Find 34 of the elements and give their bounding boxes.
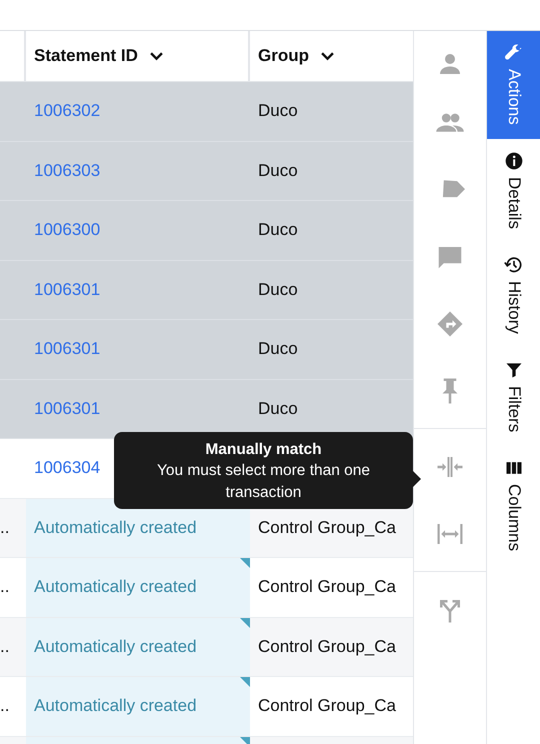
table-cell: Automatically created xyxy=(34,518,197,538)
side-tab[interactable]: Details xyxy=(487,138,540,243)
table-cell: Control Group_Ca xyxy=(258,696,396,716)
table-cell: .. xyxy=(0,518,10,538)
table-cell: Automatically created xyxy=(34,577,197,598)
table-cell: Duco xyxy=(258,398,298,419)
table-row[interactable]: .. Automatically created Control Group_Ca xyxy=(0,618,413,677)
table-row[interactable]: 1006303 Duco xyxy=(0,142,413,201)
statement-link[interactable]: 1006304 xyxy=(34,458,100,478)
table-row[interactable]: .. Automatically created Control Group_Ca xyxy=(0,558,413,618)
table-row[interactable]: 1006301 Duco xyxy=(0,260,413,320)
table-cell: Duco xyxy=(258,160,298,181)
table-row[interactable]: .. Automatically created Control Group_Ca xyxy=(0,677,413,736)
table-cell: .. xyxy=(0,577,10,598)
table-cell: Control Group_Ca xyxy=(258,577,396,598)
table-row[interactable]: 1006301 Duco xyxy=(0,380,413,439)
table-cell: Duco xyxy=(258,280,298,300)
side-tab[interactable]: Actions xyxy=(487,31,540,139)
side-tab[interactable]: Columns xyxy=(487,446,540,565)
side-tab[interactable]: History xyxy=(487,242,540,348)
table-row[interactable]: 1006300 Duco xyxy=(0,201,413,260)
table-cell: Duco xyxy=(258,339,298,360)
table-cell: Duco xyxy=(258,220,298,240)
table-cell: Automatically created xyxy=(34,636,197,657)
table-cell: Control Group_Ca xyxy=(258,518,396,538)
table-cell: Automatically created xyxy=(34,696,197,716)
table-cell: Control Group_Ca xyxy=(258,636,396,657)
table-row[interactable]: 1006301 Duco xyxy=(0,320,413,380)
table-cell: .. xyxy=(0,636,10,657)
side-tab[interactable]: Filters xyxy=(487,348,540,446)
table-row[interactable]: 1006302 Duco xyxy=(0,82,413,142)
tooltip-title: Manually match xyxy=(204,440,323,460)
table-cell: .. xyxy=(0,696,10,716)
table-cell: Duco xyxy=(258,101,298,122)
